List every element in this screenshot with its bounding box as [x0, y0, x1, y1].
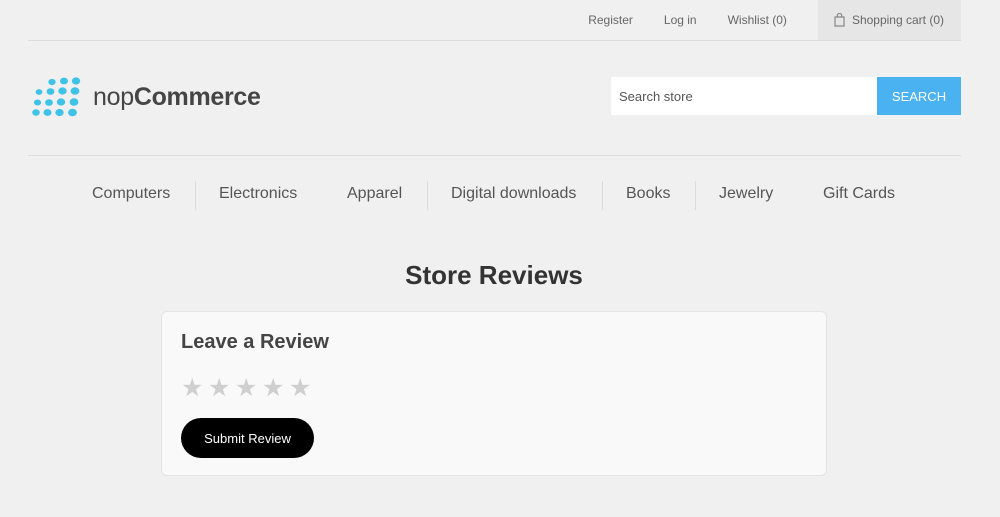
- wishlist-link[interactable]: Wishlist (0): [728, 0, 787, 40]
- search-box: SEARCH: [611, 77, 961, 115]
- star-1-icon[interactable]: ★: [181, 374, 208, 402]
- star-3-icon[interactable]: ★: [235, 374, 262, 402]
- nav-item-computers[interactable]: Computers: [92, 180, 170, 210]
- nav-separator: [427, 181, 428, 210]
- site-logo[interactable]: nopCommerce: [30, 77, 261, 117]
- submit-review-button[interactable]: Submit Review: [181, 418, 314, 458]
- review-form-card: Leave a Review ★ ★ ★ ★ ★ Submit Review: [161, 311, 827, 476]
- nav-item-gift-cards[interactable]: Gift Cards: [823, 180, 895, 210]
- nav-item-apparel[interactable]: Apparel: [347, 180, 402, 210]
- search-button[interactable]: SEARCH: [877, 77, 961, 115]
- nav-separator: [195, 181, 196, 210]
- star-2-icon[interactable]: ★: [208, 374, 235, 402]
- star-5-icon[interactable]: ★: [289, 374, 316, 402]
- logo-text-bold: Commerce: [133, 82, 261, 111]
- register-link[interactable]: Register: [588, 0, 633, 40]
- top-menu: Computers Electronics Apparel Digital do…: [28, 155, 961, 210]
- header-links: Register Log in Wishlist (0) Shopping ca…: [588, 0, 961, 40]
- nav-separator: [695, 181, 696, 210]
- logo-dots-icon: [32, 77, 81, 117]
- rating-stars: ★ ★ ★ ★ ★: [181, 374, 316, 402]
- shopping-cart-link[interactable]: Shopping cart (0): [817, 0, 961, 40]
- nav-item-books[interactable]: Books: [626, 180, 670, 210]
- logo-text-light: nop: [93, 82, 134, 111]
- nav-separator: [602, 181, 603, 210]
- review-form-heading: Leave a Review: [181, 331, 329, 353]
- logo-text: nopCommerce: [93, 83, 261, 112]
- shopping-cart-label: Shopping cart (0): [851, 13, 944, 27]
- page-title: Store Reviews: [405, 260, 583, 290]
- nav-item-electronics[interactable]: Electronics: [219, 180, 297, 210]
- header-links-bar: Register Log in Wishlist (0) Shopping ca…: [28, 0, 961, 41]
- star-4-icon[interactable]: ★: [262, 374, 289, 402]
- search-input[interactable]: [611, 77, 877, 115]
- nav-item-digital-downloads[interactable]: Digital downloads: [451, 180, 576, 210]
- login-link[interactable]: Log in: [664, 0, 697, 40]
- shopping-bag-icon: [834, 13, 845, 27]
- nav-item-jewelry[interactable]: Jewelry: [719, 180, 773, 210]
